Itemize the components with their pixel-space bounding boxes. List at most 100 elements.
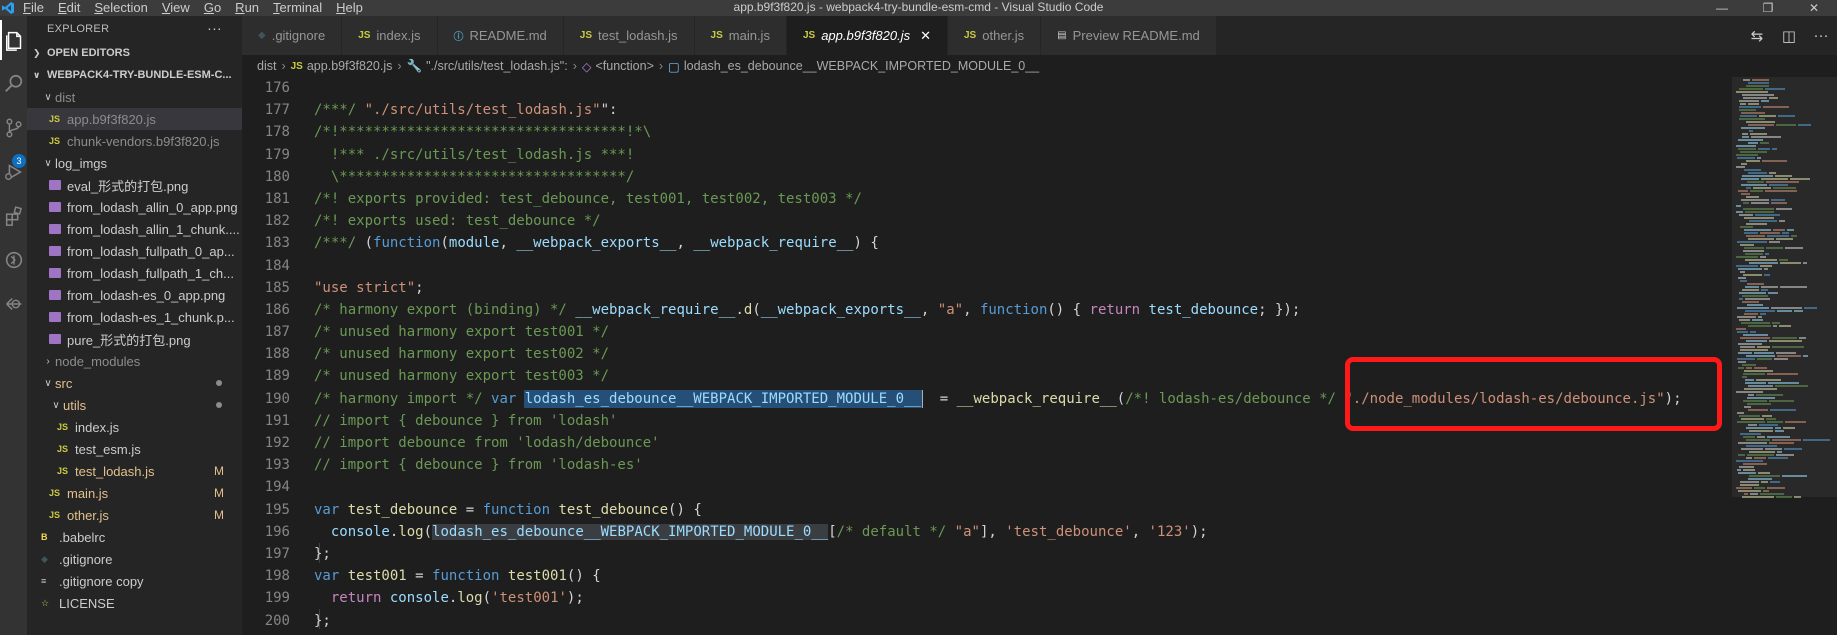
extensions-icon[interactable] <box>0 196 27 236</box>
open-editors-section[interactable]: ❯ OPEN EDITORS <box>27 42 242 64</box>
share-icon[interactable] <box>0 284 27 324</box>
tree-file[interactable]: from_lodash-es_1_chunk.p... <box>27 306 242 328</box>
breadcrumb-symbol[interactable]: lodash_es_debounce__WEBPACK_IMPORTED_MOD… <box>684 59 1039 73</box>
tree-folder[interactable]: ∨ src <box>27 372 242 394</box>
code-line: \**********************************/ <box>314 166 1682 188</box>
tree-file[interactable]: JS app.b9f3f820.js <box>27 108 242 130</box>
remote-icon[interactable] <box>0 240 27 280</box>
code-token: ) { <box>853 235 879 252</box>
minimap-line <box>1743 334 1768 336</box>
tree-file[interactable]: from_lodash_fullpath_0_ap... <box>27 240 242 262</box>
tree-file[interactable]: JS test_lodash.js M <box>27 460 242 482</box>
menu-go[interactable]: Go <box>197 0 228 16</box>
line-number: 179 <box>264 146 290 163</box>
source-control-icon[interactable] <box>0 108 27 148</box>
tree-file[interactable]: JS index.js <box>27 416 242 438</box>
tree-folder[interactable]: ∨ log_imgs <box>27 152 242 174</box>
breadcrumb-folder[interactable]: dist <box>257 59 276 73</box>
minimap-line <box>1745 298 1770 300</box>
tree-file[interactable]: JS test_esm.js <box>27 438 242 460</box>
menu-selection[interactable]: Selection <box>87 0 154 16</box>
tree-file[interactable]: ☆ LICENSE <box>27 592 242 614</box>
explorer-icon[interactable] <box>0 20 27 60</box>
minimap-line <box>1775 427 1781 429</box>
minimap-line <box>1743 208 1774 210</box>
tree-file[interactable]: pure_形式的打包.png <box>27 328 242 350</box>
minimap[interactable] <box>1732 77 1837 635</box>
editor-tab[interactable]: JS test_lodash.js <box>563 16 695 55</box>
minimap-line <box>1746 223 1767 225</box>
tree-file[interactable]: ≡ .gitignore copy <box>27 570 242 592</box>
image-file-icon <box>49 180 61 190</box>
chevron-right-icon: › <box>572 59 577 73</box>
editor-tab[interactable]: JS other.js <box>948 16 1042 55</box>
code-token: !*** ./src/utils/test_lodash.js ***! <box>314 146 635 163</box>
minimap-line <box>1754 352 1774 354</box>
editor-tab[interactable]: JS main.js <box>694 16 787 55</box>
minimap-line <box>1764 268 1768 270</box>
tree-item-label: node_modules <box>55 353 141 369</box>
editor-tab[interactable]: JS app.b9f3f820.js ✕ <box>786 16 948 55</box>
js-file-icon: JS <box>802 30 816 41</box>
tab-label: README.md <box>469 28 547 43</box>
restore-icon[interactable]: ❐ <box>1745 0 1791 16</box>
minimize-icon[interactable]: — <box>1699 0 1745 16</box>
breadcrumb-module[interactable]: "./src/utils/test_lodash.js": <box>426 59 568 73</box>
tree-file[interactable]: JS main.js M <box>27 482 242 504</box>
menu-label: election <box>103 0 148 15</box>
breadcrumb-file[interactable]: app.b9f3f820.js <box>307 59 393 73</box>
minimap-line <box>1751 202 1769 204</box>
menu-mnemonic: R <box>235 0 245 15</box>
minimap-line <box>1746 121 1775 123</box>
minimap-line <box>1745 382 1766 384</box>
tree-file[interactable]: JS chunk-vendors.b9f3f820.js <box>27 130 242 152</box>
code-token: __webpack_exports__ <box>516 235 677 252</box>
tree-file[interactable]: ◆ .gitignore <box>27 548 242 570</box>
tree-file[interactable]: from_lodash_fullpath_1_ch... <box>27 262 242 284</box>
menu-help[interactable]: Help <box>329 0 370 16</box>
menu-view[interactable]: View <box>155 0 197 16</box>
tree-file[interactable]: B .babelrc <box>27 526 242 548</box>
compare-icon[interactable]: ⇆ <box>1741 27 1773 45</box>
tree-file[interactable]: from_lodash_allin_0_app.png <box>27 196 242 218</box>
minimap-line <box>1738 190 1748 192</box>
code-editor[interactable]: 176 177 178 179 180 181 182 183 184 185 186 187 188 1… <box>242 77 1732 635</box>
close-tab-icon[interactable]: ✕ <box>920 28 931 44</box>
tree-folder[interactable]: › node_modules <box>27 350 242 372</box>
minimap-line <box>1776 208 1792 210</box>
breadcrumb: dist › JS app.b9f3f820.js › 🔧 "./src/uti… <box>242 55 1837 77</box>
tree-file[interactable]: from_lodash-es_0_app.png <box>27 284 242 306</box>
tree-folder[interactable]: ∨ utils <box>27 394 242 416</box>
minimap-line <box>1757 346 1770 348</box>
search-icon[interactable] <box>0 64 27 104</box>
minimap-line <box>1736 205 1741 207</box>
menu-terminal[interactable]: Terminal <box>266 0 329 16</box>
close-window-icon[interactable]: ✕ <box>1791 0 1837 16</box>
js-file-icon: JS <box>358 30 371 41</box>
breadcrumb-function[interactable]: <function> <box>595 59 653 73</box>
editor-tab[interactable]: ⓘ README.md <box>437 16 564 55</box>
code-token: log <box>398 523 424 540</box>
run-debug-icon[interactable] <box>0 152 27 192</box>
more-actions-icon[interactable]: ··· <box>207 20 222 36</box>
editor-tab[interactable]: ◆ .gitignore <box>242 16 343 55</box>
tree-file[interactable]: from_lodash_allin_1_chunk.... <box>27 218 242 240</box>
minimap-line <box>1780 262 1801 264</box>
more-actions-icon[interactable]: ··· <box>1805 27 1837 44</box>
tree-file[interactable]: eval_形式的打包.png <box>27 174 242 196</box>
menu-run[interactable]: Run <box>228 0 266 16</box>
menu-file[interactable]: File <box>16 0 51 16</box>
minimap-line <box>1754 487 1765 489</box>
split-editor-icon[interactable]: ◫ <box>1773 27 1805 45</box>
editor-tab[interactable]: ▤ Preview README.md <box>1041 16 1217 55</box>
code-content[interactable]: /***/ "./src/utils/test_lodash.js"": /*!*… <box>314 77 1682 635</box>
tree-folder[interactable]: ∨ dist <box>27 86 242 108</box>
minimap-line <box>1748 82 1769 84</box>
tree-file[interactable]: JS other.js M <box>27 504 242 526</box>
file-tree: ∨ dist JS app.b9f3f820.js JS chunk-vendors.b9… <box>27 86 242 614</box>
minimap-line <box>1741 127 1765 129</box>
code-token: module <box>448 235 500 252</box>
project-section[interactable]: ∨ WEBPACK4-TRY-BUNDLE-ESM-C... <box>27 64 242 86</box>
editor-tab[interactable]: JS index.js <box>342 16 438 55</box>
menu-edit[interactable]: Edit <box>51 0 87 16</box>
